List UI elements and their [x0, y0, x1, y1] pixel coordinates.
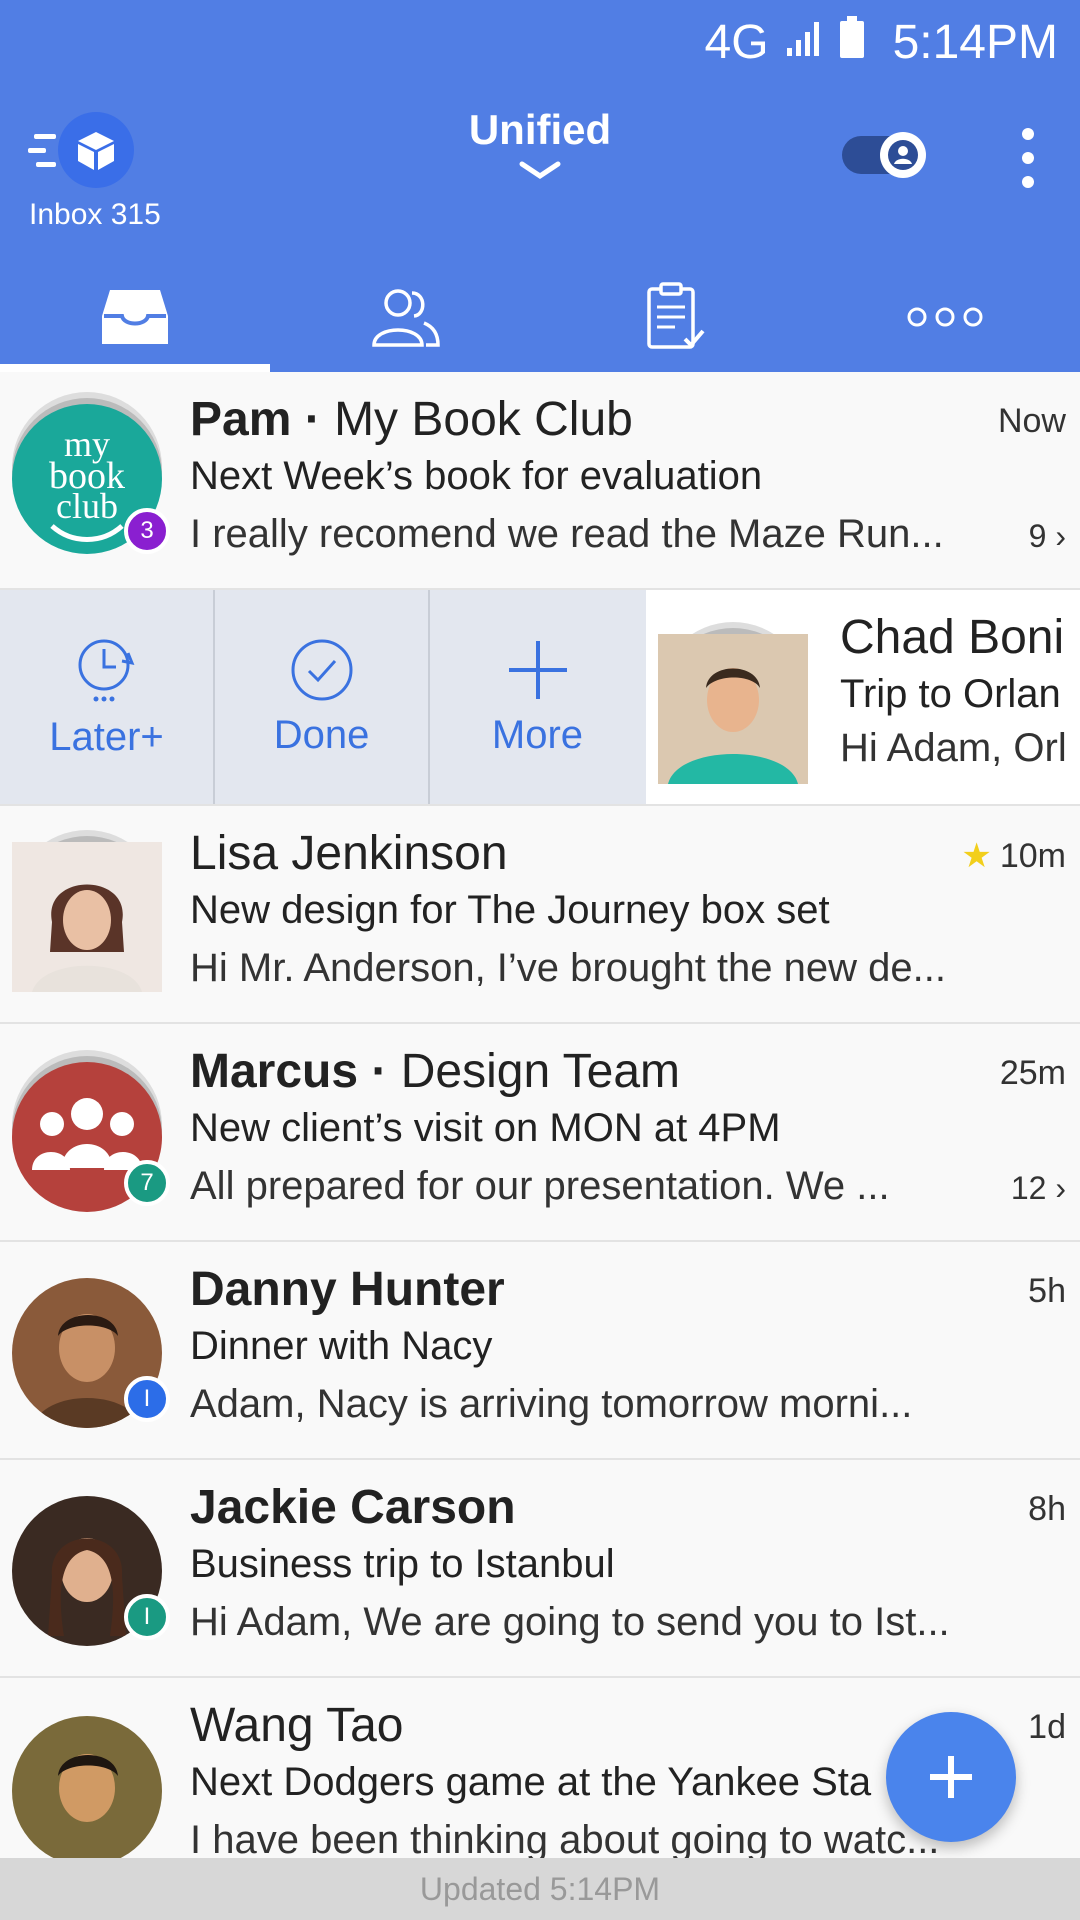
inbox-tray-icon [102, 290, 168, 344]
email-time: Now [997, 402, 1066, 440]
email-row[interactable]: I Danny Hunter Dinner with Nacy Adam, Na… [0, 1242, 1080, 1460]
email-row[interactable]: I Jackie Carson Business trip to Istanbu… [0, 1460, 1080, 1678]
email-row[interactable]: my book club 3 Pam · My Book Club Next W… [0, 372, 1080, 590]
sender-name: Lisa Jenkinson [190, 827, 508, 880]
thread-count[interactable]: 12 › [1011, 1170, 1066, 1207]
app-header: 4G 5:14PM Inbox 315 Unified [0, 0, 1080, 372]
group-name: Design Team [400, 1045, 681, 1098]
updated-label: Updated 5:14PM [419, 1870, 661, 1907]
svg-text:club: club [56, 486, 118, 526]
status-time: 5:14PM [892, 15, 1058, 69]
sender-name: Chad Boni [840, 611, 1065, 664]
account-badge: I [124, 1376, 170, 1422]
compose-plus-icon [930, 1756, 972, 1798]
thread-count[interactable]: 9 › [1029, 518, 1066, 555]
email-time: 1d [1028, 1708, 1066, 1746]
sender-name: Danny Hunter [190, 1263, 505, 1316]
overflow-menu-icon[interactable] [1010, 128, 1046, 188]
email-row[interactable]: Lisa Jenkinson New design for The Journe… [0, 806, 1080, 1024]
person-icon [880, 132, 926, 178]
tab-inbox[interactable] [0, 262, 270, 372]
email-row[interactable]: 7 Marcus · Design Team New client’s visi… [0, 1024, 1080, 1242]
sync-status-bar: Updated 5:14PM [0, 1858, 1080, 1920]
email-subject: Next Dodgers game at the Yankee Sta [190, 1760, 872, 1804]
sender-name: Wang Tao [190, 1699, 404, 1752]
sender-name: Jackie Carson [190, 1481, 516, 1534]
clipboard-check-icon [647, 282, 705, 349]
email-list: my book club 3 Pam · My Book Club Next W… [0, 372, 1080, 1896]
email-preview: I have been thinking about going to watc… [190, 1818, 940, 1862]
email-preview: I really recomend we read the Maze Run..… [190, 512, 944, 556]
battery-icon [839, 15, 865, 70]
sender-name: Pam · My Book Club [190, 393, 633, 446]
email-time: 5h [1028, 1272, 1066, 1310]
email-preview: Hi Mr. Anderson, I’ve brought the new de… [190, 946, 946, 990]
more-actions-button[interactable]: More [430, 590, 645, 804]
email-preview: Hi Adam, We are going to send you to Ist… [190, 1600, 950, 1644]
network-type: 4G [704, 15, 769, 69]
more-dots-icon [907, 307, 983, 327]
email-row-swiped[interactable]: Later+ Done More Chad Boni Trip to Orlan… [0, 590, 1080, 806]
inbox-count-label: Inbox 315 [29, 198, 161, 231]
tab-bar [0, 262, 1080, 372]
account-selector[interactable]: Unified [440, 106, 640, 180]
account-badge: I [124, 1594, 170, 1640]
done-button[interactable]: Done [215, 590, 430, 804]
email-time: 25m [999, 1054, 1066, 1092]
email-subject: Business trip to Istanbul [190, 1542, 615, 1586]
focus-toggle[interactable] [842, 132, 926, 178]
email-subject: New client’s visit on MON at 4PM [190, 1106, 781, 1150]
signal-icon [785, 15, 825, 70]
account-title: Unified [468, 106, 612, 153]
chevron-down-icon [519, 161, 561, 180]
clock-later-icon [78, 639, 134, 701]
email-preview: Hi Adam, Orl [840, 726, 1067, 770]
tab-more[interactable] [810, 262, 1080, 372]
compose-button[interactable] [886, 1712, 1016, 1842]
swipe-actions: Later+ Done More [0, 590, 646, 804]
check-circle-icon [291, 639, 352, 700]
email-subject: Next Week’s book for evaluation [190, 454, 763, 498]
avatar [12, 842, 162, 992]
status-bar: 4G 5:14PM [705, 12, 1058, 72]
unread-count-badge: 7 [124, 1160, 170, 1206]
tab-people[interactable] [270, 262, 540, 372]
avatar [12, 1716, 162, 1866]
box-icon [58, 112, 134, 188]
email-time: ★ 10m [961, 837, 1066, 875]
email-preview: All prepared for our presentation. We ..… [190, 1164, 890, 1208]
tab-tasks[interactable] [540, 262, 810, 372]
email-peek: Chad Boni Trip to Orlan Hi Adam, Orl [646, 590, 1080, 804]
star-icon[interactable]: ★ [961, 837, 991, 875]
plus-icon [508, 640, 567, 699]
later-button[interactable]: Later+ [0, 590, 215, 804]
email-subject: Trip to Orlan [840, 672, 1061, 716]
group-name: My Book Club [334, 393, 633, 446]
people-icon [372, 289, 440, 347]
sender-name: Marcus · Design Team [190, 1045, 681, 1098]
avatar [658, 634, 808, 784]
unread-count-badge: 3 [124, 508, 170, 554]
email-subject: New design for The Journey box set [190, 888, 830, 932]
email-subject: Dinner with Nacy [190, 1324, 493, 1368]
email-preview: Adam, Nacy is arriving tomorrow morni... [190, 1382, 913, 1426]
email-time: 8h [1028, 1490, 1066, 1528]
